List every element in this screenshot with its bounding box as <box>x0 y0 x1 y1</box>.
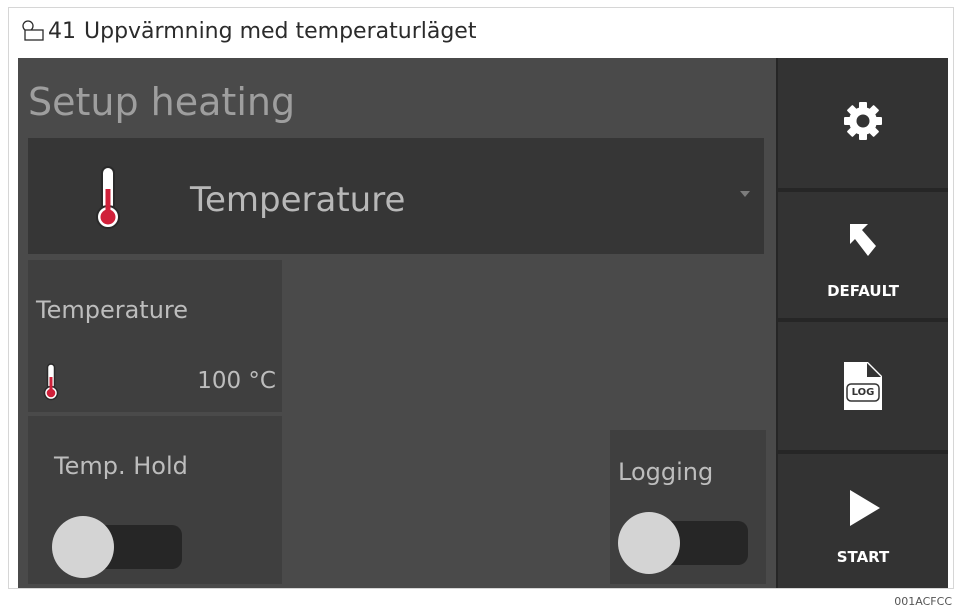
figure-caption: 41 Uppvärmning med temperaturläget <box>20 14 476 48</box>
heating-mode-dropdown[interactable]: Temperature <box>28 138 764 254</box>
log-icon-text: LOG <box>851 387 875 398</box>
dropdown-selected-value: Temperature <box>190 180 406 220</box>
temperature-value: 100 °C <box>197 368 276 394</box>
image-code: 001ACFCC <box>894 595 952 608</box>
temp-hold-label: Temp. Hold <box>54 452 188 480</box>
settings-button[interactable] <box>778 58 948 188</box>
default-button[interactable]: DEFAULT <box>778 192 948 318</box>
default-label: DEFAULT <box>827 282 899 300</box>
gear-icon <box>844 102 882 140</box>
logging-label: Logging <box>618 458 714 486</box>
start-button[interactable]: START <box>778 454 948 588</box>
play-icon <box>850 490 880 526</box>
toggle-knob <box>618 512 680 574</box>
logging-toggle[interactable] <box>618 512 750 574</box>
temperature-panel[interactable]: Temperature 100 °C <box>28 260 282 412</box>
figure-icon <box>22 20 44 41</box>
page-title: Setup heating <box>28 80 296 124</box>
figure-number: 41 <box>48 18 76 44</box>
chevron-down-icon <box>740 191 750 197</box>
device-screen: Setup heating Temperature Temperature 10… <box>18 58 948 588</box>
temp-hold-toggle[interactable] <box>52 516 184 578</box>
toggle-knob <box>52 516 114 578</box>
log-file-icon: LOG <box>842 360 884 412</box>
sidebar: DEFAULT LOG START <box>778 58 948 588</box>
start-label: START <box>836 548 890 566</box>
thermometer-icon <box>96 166 120 229</box>
temp-hold-panel: Temp. Hold <box>28 416 282 584</box>
main-area: Setup heating Temperature Temperature 10… <box>18 58 776 588</box>
undo-arrow-icon <box>850 224 876 256</box>
log-button[interactable]: LOG <box>778 322 948 450</box>
temperature-label: Temperature <box>36 296 189 324</box>
thermometer-icon <box>43 363 59 401</box>
logging-panel: Logging <box>610 430 766 584</box>
figure-caption-text: Uppvärmning med temperaturläget <box>84 18 477 44</box>
